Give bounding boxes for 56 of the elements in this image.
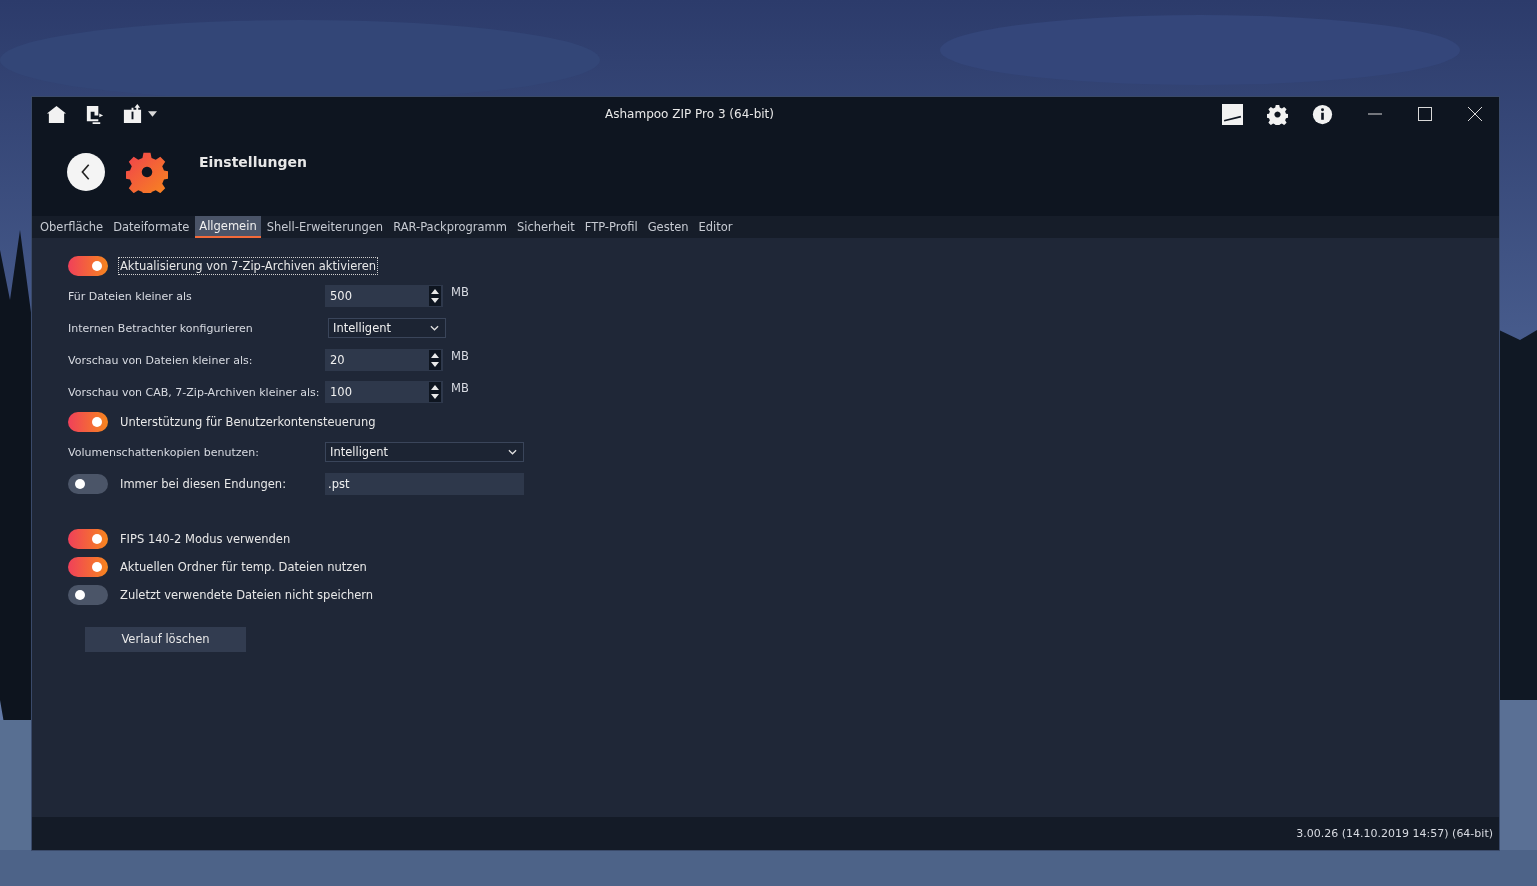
tab[interactable]: Sicherheit <box>512 216 579 238</box>
tab[interactable]: Shell-Erweiterungen <box>262 216 388 238</box>
unit-label: MB <box>451 285 469 299</box>
page-title: Einstellungen <box>199 154 307 170</box>
tab[interactable]: FTP-Profil <box>580 216 642 238</box>
unit-label: MB <box>451 381 469 395</box>
tab[interactable]: Editor <box>694 216 737 238</box>
setting-label: Zuletzt verwendete Dateien nicht speichern <box>119 587 375 604</box>
tab[interactable]: Dateiformate <box>109 216 194 238</box>
maximize-icon[interactable] <box>1417 106 1433 122</box>
setting-label: Unterstützung für Benutzerkontensteuerung <box>119 414 377 431</box>
caret-icon[interactable] <box>148 111 157 117</box>
setting-label: Für Dateien kleiner als <box>68 289 193 303</box>
chevron-down-icon[interactable] <box>508 449 517 455</box>
tab[interactable]: Allgemein <box>195 216 261 238</box>
toggle-switch[interactable] <box>68 474 108 494</box>
info-icon[interactable] <box>1312 103 1333 125</box>
skin-icon[interactable] <box>1222 103 1243 125</box>
setting-label: Aktualisierung von 7-Zip-Archiven aktivieren <box>118 257 379 275</box>
settings-icon[interactable] <box>1267 103 1288 125</box>
number-field[interactable]: 20 <box>325 349 443 371</box>
setting-label: Vorschau von Dateien kleiner als: <box>68 353 254 367</box>
setting-label: Internen Betrachter konfigurieren <box>68 321 254 335</box>
number-field[interactable]: 500 <box>325 285 443 307</box>
device-icon[interactable] <box>84 103 105 125</box>
toggle-switch[interactable] <box>68 585 108 605</box>
setting-label: Aktuellen Ordner für temp. Dateien nutzen <box>119 559 368 576</box>
home-icon[interactable] <box>46 103 67 125</box>
setting-label: Vorschau von CAB, 7-Zip-Archiven kleiner als: <box>68 385 321 399</box>
setting-label: FIPS 140-2 Modus verwenden <box>119 531 292 548</box>
dropdown[interactable]: Intelligent <box>328 318 446 338</box>
clear-history-button[interactable]: Verlauf löschen <box>85 626 246 652</box>
tab[interactable]: RAR-Packprogramm <box>389 216 511 238</box>
input-field[interactable]: .pst <box>325 473 524 495</box>
tab[interactable]: Oberfläche <box>36 216 108 238</box>
unit-label: MB <box>451 349 469 363</box>
version-text: 3.00.26 (14.10.2019 14:57) (64-bit) <box>1296 827 1493 840</box>
spinner-arrows-icon[interactable] <box>429 350 441 370</box>
dropdown[interactable]: Intelligent <box>325 442 524 462</box>
number-field[interactable]: 100 <box>325 381 443 403</box>
setting-label: Volumenschattenkopien benutzen: <box>68 445 260 459</box>
spinner-arrows-icon[interactable] <box>429 286 441 306</box>
toggle-switch[interactable] <box>68 256 108 276</box>
spinner-arrows-icon[interactable] <box>429 382 441 402</box>
gear-icon <box>126 151 168 193</box>
window-title: Ashampoo ZIP Pro 3 (64-bit) <box>604 107 775 121</box>
toggle-switch[interactable] <box>68 557 108 577</box>
back-icon[interactable] <box>80 163 92 181</box>
zip-archive-icon[interactable] <box>122 103 143 125</box>
close-icon[interactable] <box>1467 106 1483 122</box>
tab[interactable]: Gesten <box>643 216 693 238</box>
back-button[interactable] <box>67 153 105 191</box>
toggle-switch[interactable] <box>68 412 108 432</box>
toggle-switch[interactable] <box>68 529 108 549</box>
setting-label: Immer bei diesen Endungen: <box>119 476 288 493</box>
chevron-down-icon[interactable] <box>430 325 439 331</box>
